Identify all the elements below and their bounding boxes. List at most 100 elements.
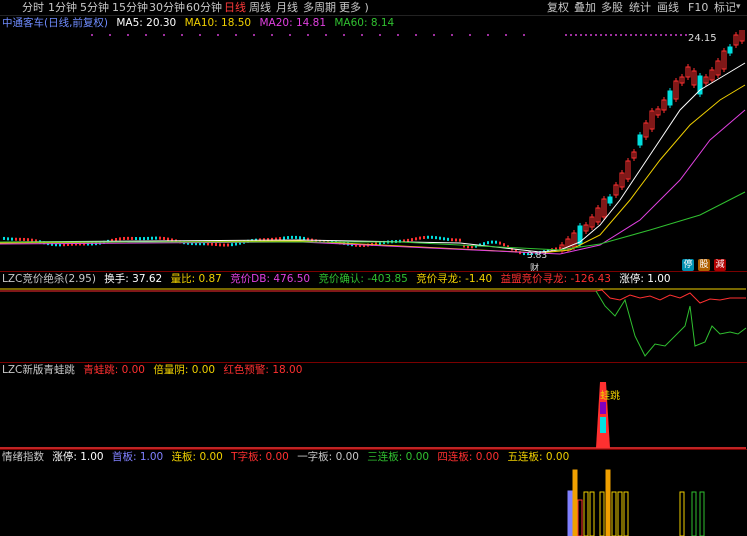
frog-jump-bar	[600, 417, 606, 433]
sentiment-bar	[611, 491, 617, 536]
candle-up	[123, 236, 125, 240]
sentiment-bar	[583, 491, 589, 536]
top-signal-dot	[635, 34, 637, 36]
auction-confirm-value: 竞价确认: -403.85	[318, 273, 408, 285]
period-monthly[interactable]: 月线	[276, 0, 298, 15]
candle-down	[135, 237, 137, 241]
chevron-down-icon[interactable]: ▾	[736, 0, 741, 15]
top-signal-dot	[127, 34, 129, 36]
frog-jump-bar	[600, 402, 606, 414]
main-legend: 中通客车(日线,前复权) MA5: 20.30 MA10: 18.50 MA20…	[2, 16, 399, 30]
candle-down	[443, 237, 445, 241]
top-signal-dot	[570, 34, 572, 36]
top-signal-dot	[585, 34, 587, 36]
candle-down	[495, 240, 497, 244]
top-signal-dot	[451, 34, 453, 36]
sentiment-chart[interactable]	[0, 464, 747, 536]
top-signal-dot	[109, 34, 111, 36]
period-more[interactable]: 更多 )	[339, 0, 369, 15]
period-30min[interactable]: 30分钟	[149, 0, 185, 15]
first-board-value: 首板: 1.00	[111, 451, 164, 463]
period-5min[interactable]: 5分钟	[80, 0, 109, 15]
panel4-title[interactable]: 情绪指数	[2, 451, 44, 463]
one-word-board-value: 一字板: 0.00	[297, 451, 359, 463]
ma5-value: MA5: 20.30	[116, 17, 177, 29]
top-signal-dot	[163, 34, 165, 36]
top-signal-dot	[645, 34, 647, 36]
top-signal-dot	[565, 34, 567, 36]
candle-down	[151, 236, 153, 240]
candle-up	[219, 243, 221, 247]
top-signal-dot	[415, 34, 417, 36]
f10-button[interactable]: F10	[688, 0, 708, 15]
ma20-line	[0, 109, 746, 255]
top-signal-dot	[361, 34, 363, 36]
reduce-badge-icon[interactable]: 減	[714, 259, 726, 271]
period-1min[interactable]: 1分钟	[48, 0, 77, 15]
top-signal-dot	[615, 34, 617, 36]
turnover-value: 换手: 37.62	[104, 273, 163, 285]
frog-jump-chart[interactable]	[0, 377, 747, 449]
candle-up	[127, 236, 129, 240]
top-signal-dot	[580, 34, 582, 36]
auction-db-value: 竞价DB: 476.50	[230, 273, 311, 285]
candle-up	[499, 241, 501, 245]
top-signal-dot	[660, 34, 662, 36]
top-signal-dot	[307, 34, 309, 36]
candle-up	[279, 237, 281, 241]
panel3-title[interactable]: LZC新版青蛙跳	[2, 364, 75, 376]
sentiment-bar	[617, 491, 623, 536]
period-15min[interactable]: 15分钟	[112, 0, 148, 15]
period-toolbar: 分时 1分钟 5分钟 15分钟 30分钟 60分钟 日线 周线 月线 多周期 更…	[0, 0, 747, 16]
candle-up	[227, 243, 229, 247]
period-fenshi[interactable]: 分时	[22, 0, 44, 15]
mark-button[interactable]: 标记	[714, 0, 736, 15]
top-signal-dot	[289, 34, 291, 36]
t-board-value: T字板: 0.00	[231, 451, 289, 463]
ma20-value: MA20: 14.81	[259, 17, 327, 29]
double-volume-value: 倍量阴: 0.00	[153, 364, 216, 376]
volume-ratio-value: 量比: 0.87	[170, 273, 222, 285]
top-signal-dot	[235, 34, 237, 36]
top-signal-dot	[523, 34, 525, 36]
top-signal-dot	[640, 34, 642, 36]
period-daily[interactable]: 日线	[224, 0, 246, 15]
period-weekly[interactable]: 周线	[249, 0, 271, 15]
red-warning-value: 红色预警: 18.00	[223, 364, 303, 376]
candlestick-chart[interactable]	[0, 30, 747, 270]
stock-badge-icon[interactable]: 股	[698, 259, 710, 271]
top-signal-dot	[505, 34, 507, 36]
overlay-button[interactable]: 叠加	[574, 0, 596, 15]
top-signal-dot	[655, 34, 657, 36]
draw-line-button[interactable]: 画线	[657, 0, 679, 15]
limit-up-value: 涨停: 1.00	[619, 273, 671, 285]
candle-down	[491, 240, 493, 244]
top-signal-dot	[91, 34, 93, 36]
sentiment-bar	[599, 491, 605, 536]
candle-down	[295, 235, 297, 239]
panel4-legend: 情绪指数 涨停: 1.00 首板: 1.00 连板: 0.00 T字板: 0.0…	[2, 450, 574, 464]
candle-down	[139, 237, 141, 241]
top-signal-dot	[595, 34, 597, 36]
candle-up	[159, 236, 161, 240]
high-price-label: 24.15	[688, 33, 717, 44]
candle-up	[163, 236, 165, 240]
candle-down	[143, 237, 145, 241]
auction-dragon-value: 竞价寻龙: -1.40	[416, 273, 493, 285]
stats-button[interactable]: 统计	[629, 0, 651, 15]
stock-name[interactable]: 中通客车	[2, 17, 44, 29]
sentiment-bar	[589, 491, 595, 536]
sentiment-bar	[679, 491, 685, 536]
top-signal-dot	[145, 34, 147, 36]
period-60min[interactable]: 60分钟	[186, 0, 222, 15]
top-signal-dot	[343, 34, 345, 36]
candle-down	[637, 134, 643, 146]
period-multi[interactable]: 多周期	[303, 0, 336, 15]
top-signal-dot	[670, 34, 672, 36]
panel2-title[interactable]: LZC竞价绝杀(2.95)	[2, 273, 96, 285]
suspend-badge-icon[interactable]: 停	[682, 259, 694, 271]
fuquan-button[interactable]: 复权	[547, 0, 569, 15]
multi-stock-button[interactable]: 多股	[601, 0, 623, 15]
auction-indicator-chart[interactable]	[0, 286, 747, 362]
zt-value: 涨停: 1.00	[52, 451, 104, 463]
